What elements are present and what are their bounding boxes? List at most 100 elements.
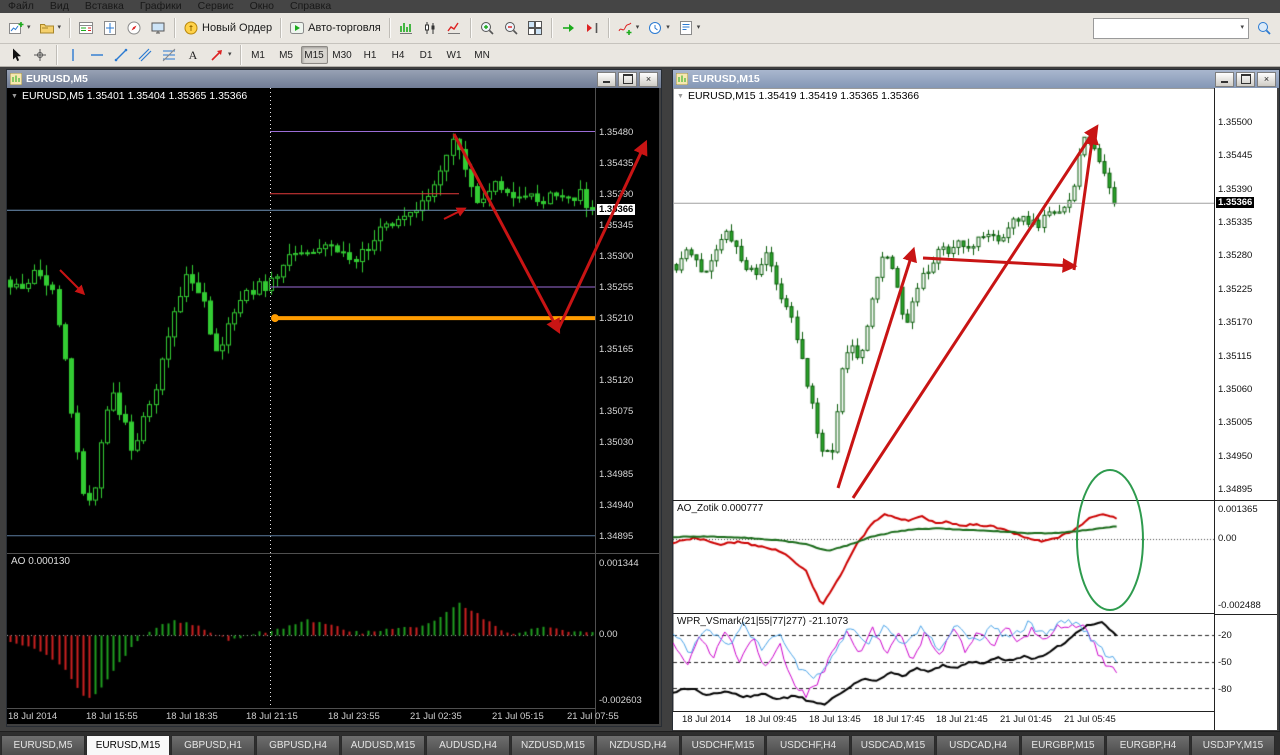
price-label: 1.34985 (599, 468, 634, 480)
candlestick-chart-icon (424, 22, 435, 34)
time-label: 21 Jul 01:45 (1000, 714, 1052, 725)
timeframe-m5[interactable]: M5 (273, 46, 300, 64)
menu-item[interactable]: Окно (250, 0, 274, 13)
menu-item[interactable]: Вставка (85, 0, 124, 13)
search-input[interactable] (1098, 21, 1241, 35)
window-title: EURUSD,M5 (26, 73, 88, 85)
window-minimize-button[interactable] (597, 71, 616, 87)
periods-button[interactable]: ▾ (643, 16, 674, 40)
time-label: 18 Jul 15:55 (86, 711, 138, 722)
price-axis: 1.35480 1.35435 1.35390 1.35345 1.35300 1.352… (596, 88, 659, 553)
timeframe-m15[interactable]: M15 (300, 46, 328, 64)
chart-tab[interactable]: EURUSD,M5 (1, 735, 85, 755)
zoom-out-button[interactable] (499, 16, 523, 40)
timeframe-mn[interactable]: MN (469, 46, 496, 64)
tile-windows-button[interactable] (523, 16, 547, 40)
zoom-out-icon (504, 22, 518, 35)
time-label: 18 Jul 23:55 (328, 711, 380, 722)
chart-tab[interactable]: USDJPY,M15 (1191, 735, 1275, 755)
timeframe-d1[interactable]: D1 (413, 46, 440, 64)
chart-tab[interactable]: USDCAD,M15 (851, 735, 935, 755)
fibonacci-tool-button[interactable] (157, 45, 181, 65)
chart-tab[interactable]: GBPUSD,H4 (256, 735, 340, 755)
chart-tab-label: NZDUSD,H4 (609, 740, 667, 751)
chart-tab[interactable]: USDCAD,H4 (936, 735, 1020, 755)
wpr-canvas[interactable] (673, 614, 1214, 711)
menu-item[interactable]: Вид (50, 0, 69, 13)
window-maximize-button[interactable] (618, 71, 637, 87)
time-axis: 18 Jul 2014 18 Jul 09:45 18 Jul 13:45 18 Ju… (673, 711, 1214, 730)
chart-tab[interactable]: USDCHF,H4 (766, 735, 850, 755)
text-tool-button[interactable]: A (181, 45, 205, 65)
window-maximize-button[interactable] (1236, 71, 1255, 87)
price-label: 1.35300 (599, 250, 634, 262)
menu-item[interactable]: Сервис (198, 0, 234, 13)
chart-shift-button[interactable] (580, 16, 604, 40)
terminal-button[interactable] (146, 16, 170, 40)
navigator-icon (127, 21, 141, 35)
window-titlebar[interactable]: EURUSD,M5 × (7, 70, 661, 88)
arrows-tool-button[interactable]: ▾ (205, 45, 236, 65)
new-order-button[interactable]: Новый Ордер (179, 16, 276, 40)
navigator-button[interactable] (122, 16, 146, 40)
new-chart-icon (9, 22, 24, 34)
chart-tab-label: AUDUSD,H4 (439, 740, 497, 751)
chart-tab[interactable]: NZDUSD,H4 (596, 735, 680, 755)
indicators-button[interactable]: ▾ (613, 16, 644, 40)
window-close-button[interactable]: × (639, 71, 658, 87)
window-titlebar[interactable]: EURUSD,M15 × (673, 70, 1279, 88)
cursor-icon (13, 48, 21, 62)
price-chart-canvas-m15[interactable] (673, 88, 1214, 500)
timeframe-w1[interactable]: W1 (441, 46, 468, 64)
ao-zotik-canvas[interactable] (673, 501, 1214, 613)
chart-tab[interactable]: EURUSD,M15 (86, 735, 170, 755)
channel-tool-button[interactable] (133, 45, 157, 65)
mdi-area: EURUSD,M5 × ▼ EURUSD,M5 1.35401 1.35404 … (0, 67, 1280, 731)
ao-indicator-canvas-m5[interactable] (7, 554, 595, 708)
zoom-in-button[interactable] (475, 16, 499, 40)
chart-tab[interactable]: EURGBP,H4 (1106, 735, 1190, 755)
chart-tab[interactable]: GBPUSD,H1 (171, 735, 255, 755)
chart-tab[interactable]: USDCHF,M15 (681, 735, 765, 755)
chart-tab[interactable]: NZDUSD,M15 (511, 735, 595, 755)
wpr-axis: -20 -50 -80 (1215, 614, 1277, 713)
price-label: 1.35500 (1218, 116, 1253, 128)
time-label: 18 Jul 18:35 (166, 711, 218, 722)
timeframe-h1[interactable]: H1 (357, 46, 384, 64)
candlestick-chart-button[interactable] (418, 16, 442, 40)
data-window-button[interactable] (98, 16, 122, 40)
crosshair-button[interactable] (28, 45, 52, 65)
chart-tab[interactable]: AUDUSD,M15 (341, 735, 425, 755)
auto-scroll-button[interactable] (556, 16, 580, 40)
time-label: 21 Jul 02:35 (410, 711, 462, 722)
autotrading-button[interactable]: Авто-торговля (285, 16, 385, 40)
mt4-app: Файл Вид Вставка Графики Сервис Окно Справка ▾… (0, 0, 1280, 755)
chart-tab[interactable]: EURGBP,M15 (1021, 735, 1105, 755)
price-label: 1.34950 (1218, 450, 1253, 462)
cursor-button[interactable] (4, 45, 28, 65)
trendline-tool-button[interactable] (109, 45, 133, 65)
window-minimize-button[interactable] (1215, 71, 1234, 87)
line-chart-button[interactable] (442, 16, 466, 40)
menu-item[interactable]: Справка (290, 0, 331, 13)
chart-window-eurusd-m5: EURUSD,M5 × ▼ EURUSD,M5 1.35401 1.35404 … (6, 69, 662, 727)
profiles-button[interactable]: ▾ (35, 16, 66, 40)
timeframe-h4[interactable]: H4 (385, 46, 412, 64)
new-chart-button[interactable]: ▾ (4, 16, 35, 40)
menu-item[interactable]: Файл (8, 0, 34, 13)
timeframe-m30[interactable]: M30 (329, 46, 356, 64)
timeframe-m1[interactable]: M1 (245, 46, 272, 64)
search-button[interactable] (1252, 16, 1276, 40)
chart-tab[interactable]: AUDUSD,H4 (426, 735, 510, 755)
bar-chart-button[interactable] (394, 16, 418, 40)
horizontal-line-tool-button[interactable] (85, 45, 109, 65)
market-watch-button[interactable] (74, 16, 98, 40)
menu-item[interactable]: Графики (140, 0, 182, 13)
fibonacci-icon (162, 48, 176, 62)
vertical-line-tool-button[interactable] (61, 45, 85, 65)
templates-button[interactable]: ▾ (674, 16, 705, 40)
price-chart-canvas-m5[interactable] (7, 88, 595, 553)
window-close-button[interactable]: × (1257, 71, 1276, 87)
chart-tab-label: GBPUSD,H1 (184, 740, 242, 751)
price-label: 1.35335 (1218, 217, 1253, 229)
